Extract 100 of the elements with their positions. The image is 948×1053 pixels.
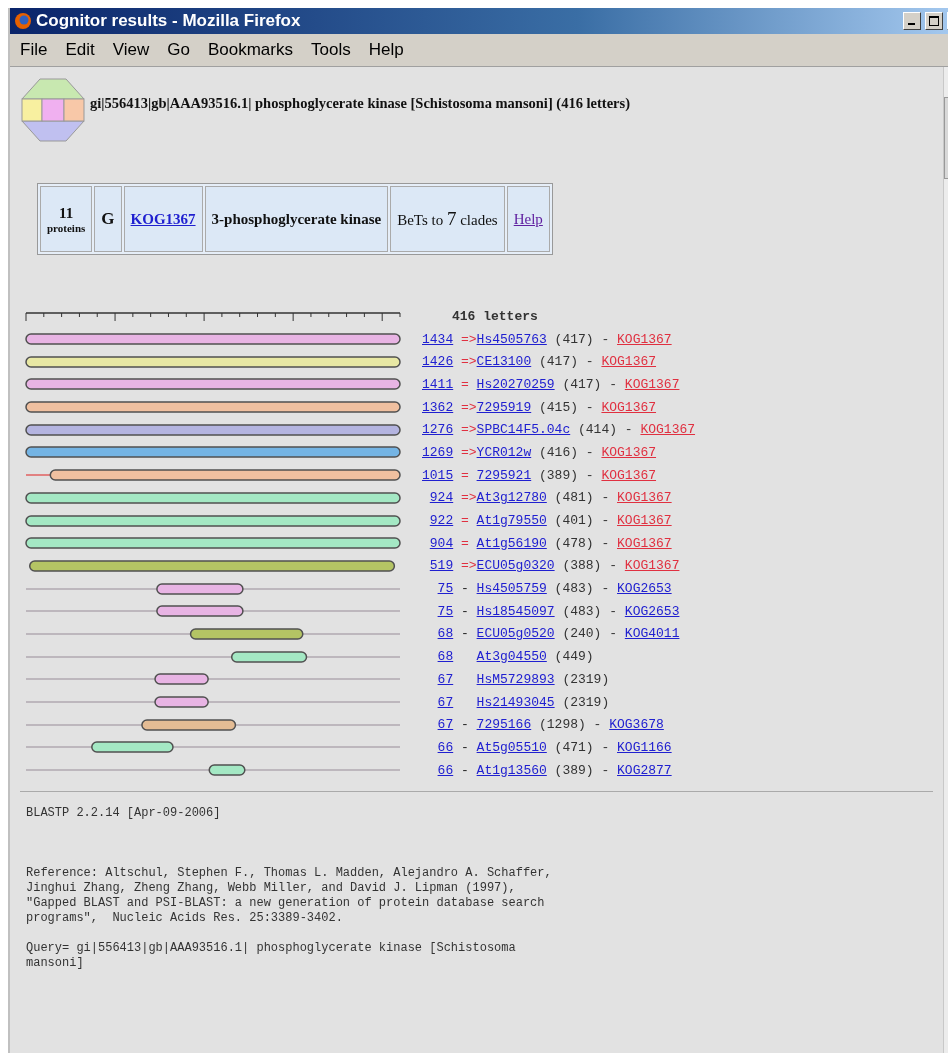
score-link[interactable]: 519	[422, 558, 454, 574]
relation-mark: -	[461, 762, 470, 778]
score-link[interactable]: 904	[422, 535, 454, 551]
separator-dash: -	[593, 717, 602, 733]
protein-link[interactable]: At3g04550	[476, 649, 547, 665]
window-title: Cognitor results - Mozilla Firefox	[36, 11, 302, 31]
protein-link[interactable]: ECU05g0520	[476, 626, 555, 642]
relation-mark: -	[461, 626, 470, 642]
protein-link[interactable]: 7295919	[476, 399, 532, 415]
score-link[interactable]: 67	[422, 694, 454, 710]
relation-mark: =	[461, 467, 470, 483]
score-link[interactable]: 75	[422, 581, 454, 597]
protein-length: (481)	[554, 490, 594, 506]
query-title: gi|556413|gb|AAA93516.1| phosphoglycerate kinase [Schistosoma mansoni] (416 letters)	[90, 94, 630, 112]
protein-link[interactable]: SPBC14F5.04c	[476, 422, 571, 438]
relation-mark: =>	[461, 331, 477, 347]
kog-link[interactable]: KOG4011	[624, 626, 680, 642]
maximize-button[interactable]	[925, 12, 943, 30]
kog-link[interactable]: KOG2877	[617, 762, 672, 778]
kog-link[interactable]: KOG2653	[624, 603, 680, 619]
separator-dash: -	[609, 603, 618, 619]
blast-version: BLASTP 2.2.14 [Apr-09-2006]	[26, 806, 222, 822]
protein-link[interactable]: Hs20270259	[476, 376, 555, 392]
kog-link[interactable]: KOG1367	[601, 354, 657, 370]
protein-length: (483)	[554, 581, 594, 597]
score-link[interactable]: 66	[422, 739, 454, 755]
kog-link[interactable]: KOG2653	[617, 581, 672, 597]
protein-link[interactable]: At3g12780	[476, 490, 547, 506]
protein-link[interactable]: Hs4505763	[476, 331, 547, 347]
protein-link[interactable]: 7295921	[476, 467, 532, 483]
score-link[interactable]: 922	[422, 513, 454, 529]
relation-mark: =>	[461, 422, 477, 438]
help-link[interactable]: Help	[513, 210, 543, 228]
separator-dash: -	[601, 331, 610, 347]
kog-link[interactable]: KOG1367	[617, 535, 672, 551]
separator-dash: -	[601, 581, 610, 597]
protein-link[interactable]: HsM5729893	[476, 671, 555, 687]
relation-mark: =	[461, 513, 470, 529]
bets-text: BeTs to 7 clades	[397, 208, 498, 230]
kog-link[interactable]: KOG1367	[624, 376, 680, 392]
protein-length: (417)	[554, 331, 594, 347]
menu-item[interactable]: File	[20, 40, 48, 60]
score-link[interactable]: 1426	[422, 354, 454, 370]
score-link[interactable]: 924	[422, 490, 454, 506]
kog-link[interactable]: KOG1367	[617, 490, 672, 506]
kog-link[interactable]: KOG1367	[624, 558, 680, 574]
kog-link[interactable]: KOG1367	[617, 331, 672, 347]
score-link[interactable]: 1434	[422, 331, 454, 347]
relation-mark: =>	[461, 399, 477, 415]
menu-item[interactable]: Help	[368, 40, 404, 60]
relation-mark: -	[461, 739, 470, 755]
kog-link[interactable]: KOG1367	[617, 513, 672, 529]
protein-link[interactable]: ECU05g0320	[476, 558, 555, 574]
protein-link[interactable]: CE13100	[476, 354, 532, 370]
separator-dash: -	[609, 626, 618, 642]
separator-dash: -	[609, 376, 618, 392]
kog-link[interactable]: KOG3678	[609, 717, 664, 733]
menu-item[interactable]: View	[112, 40, 150, 60]
menu-item[interactable]: Edit	[65, 40, 95, 60]
protein-link[interactable]: At5g05510	[476, 739, 547, 755]
score-link[interactable]: 66	[422, 762, 454, 778]
minimize-button[interactable]	[903, 12, 921, 30]
score-link[interactable]: 75	[422, 603, 454, 619]
score-link[interactable]: 67	[422, 671, 454, 687]
relation-mark: =>	[461, 558, 477, 574]
score-link[interactable]: 1269	[422, 444, 454, 460]
protein-link[interactable]: Hs18545097	[476, 603, 555, 619]
relation-mark: =>	[461, 490, 477, 506]
score-link[interactable]: 1411	[422, 376, 454, 392]
score-link[interactable]: 1362	[422, 399, 454, 415]
query-line: Query= gi|556413|gb|AAA93516.1| phosphoglycerate kinase [Schistosoma mansoni]	[26, 941, 517, 972]
protein-length: (389)	[554, 762, 594, 778]
protein-length: (449)	[554, 649, 594, 665]
relation-mark: =	[461, 376, 470, 392]
menu-item[interactable]: Go	[167, 40, 190, 60]
kog-link[interactable]: KOG1367	[601, 467, 657, 483]
protein-link[interactable]: YCR012w	[476, 444, 532, 460]
protein-link[interactable]: At1g79550	[476, 513, 547, 529]
protein-length: (483)	[562, 603, 602, 619]
score-link[interactable]: 68	[422, 626, 454, 642]
kog-link[interactable]: KOG1166	[617, 739, 672, 755]
kog-link[interactable]: KOG1367	[640, 422, 696, 438]
protein-link[interactable]: Hs21493045	[476, 694, 555, 710]
separator-dash: -	[624, 422, 633, 438]
separator-dash: -	[585, 354, 594, 370]
kog-link[interactable]: KOG1367	[130, 210, 196, 227]
separator-dash: -	[585, 444, 594, 460]
protein-length: (388)	[562, 558, 602, 574]
protein-link[interactable]: 7295166	[476, 717, 532, 733]
score-link[interactable]: 68	[422, 649, 454, 665]
menu-item[interactable]: Tools	[310, 40, 351, 60]
kog-link[interactable]: KOG1367	[601, 399, 657, 415]
score-link[interactable]: 1276	[422, 422, 454, 438]
protein-link[interactable]: At1g13560	[476, 762, 547, 778]
menu-item[interactable]: Bookmarks	[207, 40, 293, 60]
score-link[interactable]: 1015	[422, 467, 454, 483]
protein-link[interactable]: At1g56190	[476, 535, 547, 551]
score-link[interactable]: 67	[422, 717, 454, 733]
kog-link[interactable]: KOG1367	[601, 444, 657, 460]
protein-link[interactable]: Hs4505759	[476, 581, 547, 597]
